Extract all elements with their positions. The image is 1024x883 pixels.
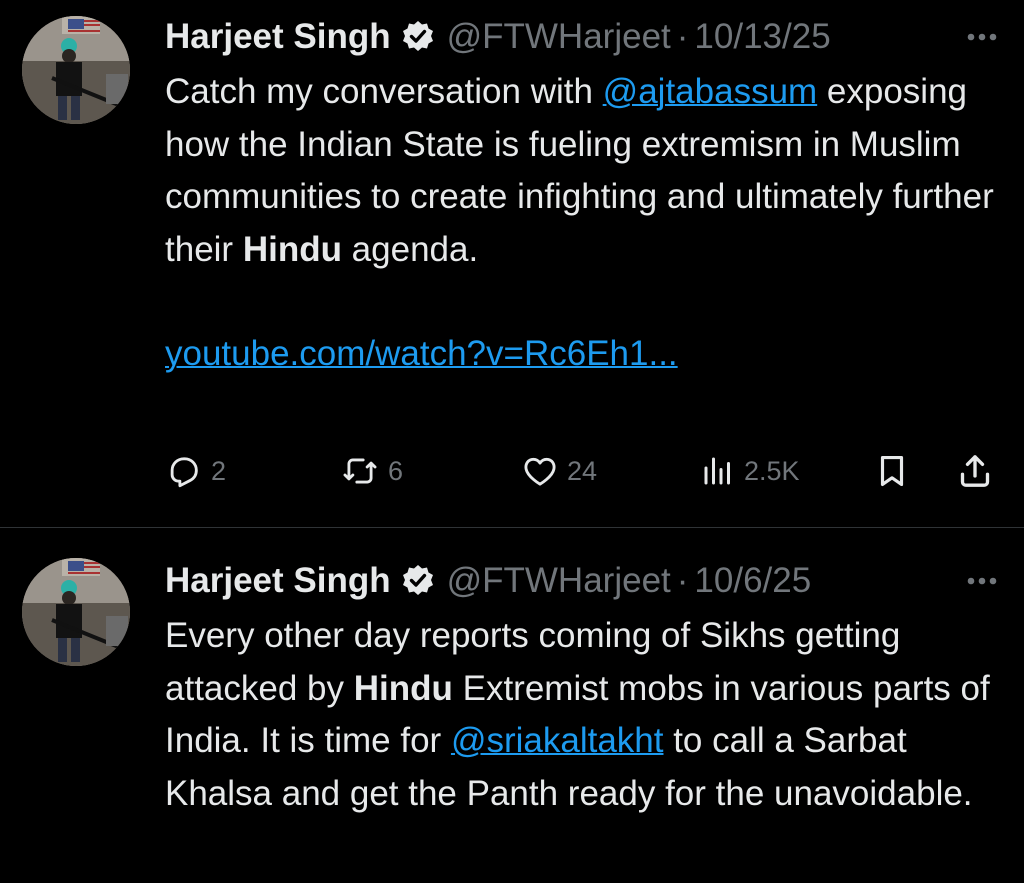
separator-dot: · (676, 561, 689, 600)
author-name[interactable]: Harjeet Singh (165, 558, 391, 604)
bold-text: Hindu (242, 229, 342, 269)
bookmark-button[interactable] (873, 448, 911, 494)
tweet-date[interactable]: 10/6/25 (694, 558, 811, 604)
bold-text: Hindu (353, 668, 453, 708)
mention-link[interactable]: @ajtabassum (603, 72, 818, 111)
reply-count: 2 (211, 455, 227, 486)
avatar[interactable] (22, 16, 130, 124)
tweet-text: Every other day reports coming of Sikhs … (165, 610, 1005, 820)
bookmark-icon (873, 451, 911, 491)
tweet-text-segment: Catch my conversation with (165, 72, 603, 111)
separator-dot: · (676, 17, 689, 56)
tweet-header: Harjeet Singh @FTWHarjeet · 10/13/25 (165, 14, 1005, 60)
share-button[interactable] (955, 448, 995, 494)
reply-button[interactable]: 2 (165, 448, 226, 494)
repost-count: 6 (388, 455, 404, 486)
repost-icon (340, 452, 380, 490)
views-count: 2.5K (744, 455, 800, 486)
avatar[interactable] (22, 558, 130, 666)
tweet[interactable]: Harjeet Singh @FTWHarjeet · 10/6/25 Ever… (0, 528, 1024, 883)
tweet-text: Catch my conversation with @ajtabassum e… (165, 66, 1005, 381)
like-icon (521, 452, 559, 490)
tweet[interactable]: Harjeet Singh @FTWHarjeet · 10/13/25 Cat… (0, 0, 1024, 528)
verified-badge-icon (401, 564, 435, 598)
author-handle[interactable]: @FTWHarjeet (447, 558, 671, 604)
views-icon (700, 452, 736, 490)
repost-button[interactable]: 6 (340, 448, 403, 494)
reply-icon (165, 452, 203, 490)
more-icon[interactable] (959, 558, 1005, 604)
tweet-actions: 2 6 24 2.5K (165, 448, 1005, 494)
youtube-link[interactable]: youtube.com/watch?v=Rc6Eh1... (165, 328, 678, 381)
tweet-header: Harjeet Singh @FTWHarjeet · 10/6/25 (165, 558, 1005, 604)
author-name[interactable]: Harjeet Singh (165, 14, 391, 60)
author-handle[interactable]: @FTWHarjeet (447, 14, 671, 60)
more-icon[interactable] (959, 14, 1005, 60)
views-button[interactable]: 2.5K (700, 448, 800, 494)
tweet-text-segment: agenda. (341, 229, 479, 269)
like-count: 24 (567, 455, 598, 486)
like-button[interactable]: 24 (521, 448, 597, 494)
mention-link[interactable]: @sriakaltakht (451, 721, 664, 760)
share-icon (955, 451, 995, 491)
tweet-date[interactable]: 10/13/25 (694, 14, 830, 60)
verified-badge-icon (401, 20, 435, 54)
